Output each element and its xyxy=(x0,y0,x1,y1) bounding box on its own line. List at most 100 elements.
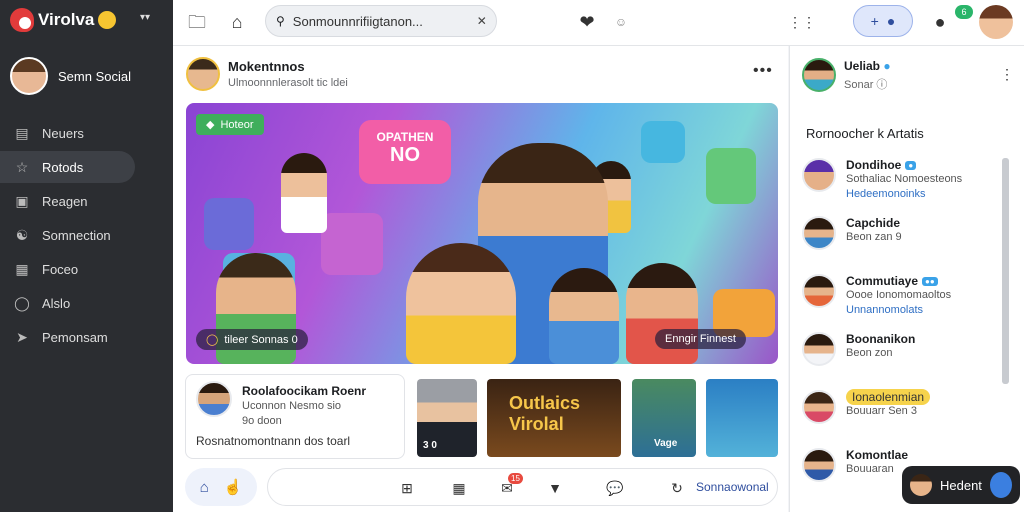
thumbnail[interactable]: Outlaics Virolal xyxy=(487,379,621,457)
thumbnail-label: Vage xyxy=(654,438,678,449)
add-friend-button[interactable]: + ● xyxy=(853,5,913,37)
scroll-thumb[interactable] xyxy=(1002,158,1009,384)
card-meta: 9o doon xyxy=(242,415,282,427)
message-icon[interactable]: ✉ 15 xyxy=(498,473,523,497)
verified-icon: ● xyxy=(883,58,891,73)
item-subtitle: Oooe Ionomomaoltos xyxy=(846,289,952,301)
profile-name: Ueliab ● xyxy=(844,58,891,73)
suggestions-title: Rornoocher k Artatis xyxy=(806,126,924,141)
hero-tag[interactable]: ◆ Hoteor xyxy=(196,114,264,135)
item-subtitle: Beon zon xyxy=(846,347,893,359)
profile-header[interactable]: Ueliab ● Sonar ⓘ xyxy=(802,58,891,92)
top-bar: 🗀 ⌂ ⚲ ✕ ❤ ☺ ⋮⋮ + ● ● 6 xyxy=(173,0,1024,46)
info-icon: ⓘ xyxy=(876,78,888,91)
item-detail: Hedeemonoinks xyxy=(846,188,926,200)
logo-icon xyxy=(10,8,34,32)
hero-chip[interactable]: ◯ tileer Sonnas 0 xyxy=(196,329,308,350)
avatar xyxy=(802,448,836,482)
grid-icon[interactable]: ▦ xyxy=(450,479,468,497)
shield-icon[interactable]: ▼ xyxy=(546,479,564,497)
people-icon: ☯ xyxy=(15,226,29,243)
avatar xyxy=(10,57,48,95)
person-icon: ● xyxy=(886,13,896,29)
chevron-down-icon[interactable]: ▾▾ xyxy=(140,12,150,23)
clock-icon: ◯ xyxy=(14,294,30,311)
post-author[interactable]: Mokentnnos xyxy=(228,59,348,74)
avatar[interactable] xyxy=(186,57,220,91)
user-name: Semn Social xyxy=(58,68,131,84)
illustrated-person xyxy=(406,243,516,364)
plus-icon: + xyxy=(870,13,879,29)
chat-icon[interactable]: ❤ xyxy=(575,10,599,34)
sidebar-item-news[interactable]: ▤ Neuers xyxy=(0,117,135,149)
sidebar-item-pemonsam[interactable]: ➤ Pemonsam xyxy=(0,321,135,353)
list-item[interactable]: Boonanikon Beon zon xyxy=(802,328,1002,382)
people-icon[interactable]: ● xyxy=(928,10,952,34)
hero-chip-label: tileer Sonnas 0 xyxy=(224,333,298,346)
tag-icon: ◆ xyxy=(206,119,215,131)
more-options-icon[interactable]: ⋮ xyxy=(1000,66,1014,83)
list-item[interactable]: Dondihoe ● Sothaliac Nomoesteons Hedeemon… xyxy=(802,154,1002,208)
browser-icon: ▣ xyxy=(15,192,29,209)
circle-icon: ◯ xyxy=(206,334,219,346)
more-options-icon[interactable]: ••• xyxy=(753,62,773,80)
profile-status: Sonar ⓘ xyxy=(844,78,888,91)
list-item[interactable]: Ionaolenmian Bouuarr Sen 3 xyxy=(802,386,1002,440)
item-title: Boonanikon xyxy=(846,332,916,346)
list-item[interactable]: Commutiaye ●● Oooe Ionomomaoltos Unnannom… xyxy=(802,270,1002,324)
search-bar: ⚲ ✕ xyxy=(265,5,497,37)
item-title: Commutiaye ●● xyxy=(846,274,938,288)
emoji-icon[interactable]: ☺ xyxy=(609,10,633,34)
comment-icon[interactable]: 💬 xyxy=(606,479,624,497)
sidebar-item-alslo[interactable]: ◯ Alslo xyxy=(0,287,135,319)
bubble-text: OPATHEN xyxy=(376,130,434,144)
list-item[interactable]: Capchide Beon zan 9 xyxy=(802,212,1002,266)
sidebar-item-reagen[interactable]: ▣ Reagen xyxy=(0,185,135,217)
home-icon[interactable]: ⌂ xyxy=(225,10,249,34)
sidebar-item-rotods[interactable]: ☆ Rotods xyxy=(0,151,135,183)
item-subtitle: Bouuarr Sen 3 xyxy=(846,405,917,417)
home-icon[interactable]: ⌂ xyxy=(200,479,209,496)
avatar xyxy=(802,158,836,192)
current-user[interactable]: Semn Social xyxy=(10,57,131,95)
avatar xyxy=(802,216,836,250)
post-hero-image[interactable]: ◆ Hoteor OPATHEN NO ◯ tileer Sonnas 0 En… xyxy=(186,103,778,364)
illustrated-person xyxy=(549,268,619,364)
sidebar-item-somnection[interactable]: ☯ Somnection xyxy=(0,219,135,251)
close-icon[interactable]: ✕ xyxy=(477,14,487,28)
panel-scrollbar[interactable] xyxy=(1002,158,1009,384)
post-header: Mokentnnos Ulmoonnnlerasolt tic ldei xyxy=(186,57,348,91)
speech-bubble: OPATHEN NO xyxy=(359,120,451,184)
brand[interactable]: Virolva xyxy=(10,8,117,32)
chat-button[interactable]: Hedent xyxy=(902,466,1020,504)
thumbnail-label: 3 0 xyxy=(423,440,437,451)
search-input[interactable] xyxy=(292,13,469,29)
avatar xyxy=(802,332,836,366)
add-box-icon[interactable]: ⊞ xyxy=(398,479,416,497)
chat-tile xyxy=(706,148,756,204)
share-label[interactable]: Sonnaowonal xyxy=(696,480,769,494)
action-bar: ⌂ ☝ ⊞ ▦ ✉ 15 ▼ 💬 ↻ Sonnaowonal xyxy=(185,468,778,506)
thumbnail[interactable]: Vage xyxy=(632,379,696,457)
chat-tile xyxy=(641,121,685,163)
hero-chip[interactable]: Enngir Finnest xyxy=(655,329,746,349)
item-subtitle: Beon zan 9 xyxy=(846,231,902,243)
avatar[interactable] xyxy=(979,5,1013,39)
profile-card[interactable]: Roolafoocikam Roenr Uconnon Nesmo sio 9o… xyxy=(185,374,405,459)
folder-icon[interactable]: 🗀 xyxy=(185,10,209,34)
avatar xyxy=(802,58,836,92)
photo-tile xyxy=(321,213,383,275)
bubble-text: NO xyxy=(390,144,420,166)
smiley-icon xyxy=(98,11,117,29)
sidebar-item-foceo[interactable]: ▦ Foceo xyxy=(0,253,135,285)
sidebar-item-label: Foceo xyxy=(42,261,79,277)
item-title: Dondihoe ● xyxy=(846,158,917,172)
thumbs-up-icon[interactable]: ☝ xyxy=(224,478,243,496)
thumbnail[interactable] xyxy=(706,379,778,457)
menu-icon[interactable]: ⋮⋮ xyxy=(788,10,816,34)
thumbnail[interactable]: 3 0 xyxy=(417,379,477,457)
action-group: ⊞ ▦ ✉ 15 ▼ 💬 ↻ Sonnaowonal xyxy=(267,468,778,506)
card-title: Roolafoocikam Roenr xyxy=(242,384,367,398)
hero-tag-label: Hoteor xyxy=(220,118,254,131)
refresh-icon[interactable]: ↻ xyxy=(668,479,686,497)
